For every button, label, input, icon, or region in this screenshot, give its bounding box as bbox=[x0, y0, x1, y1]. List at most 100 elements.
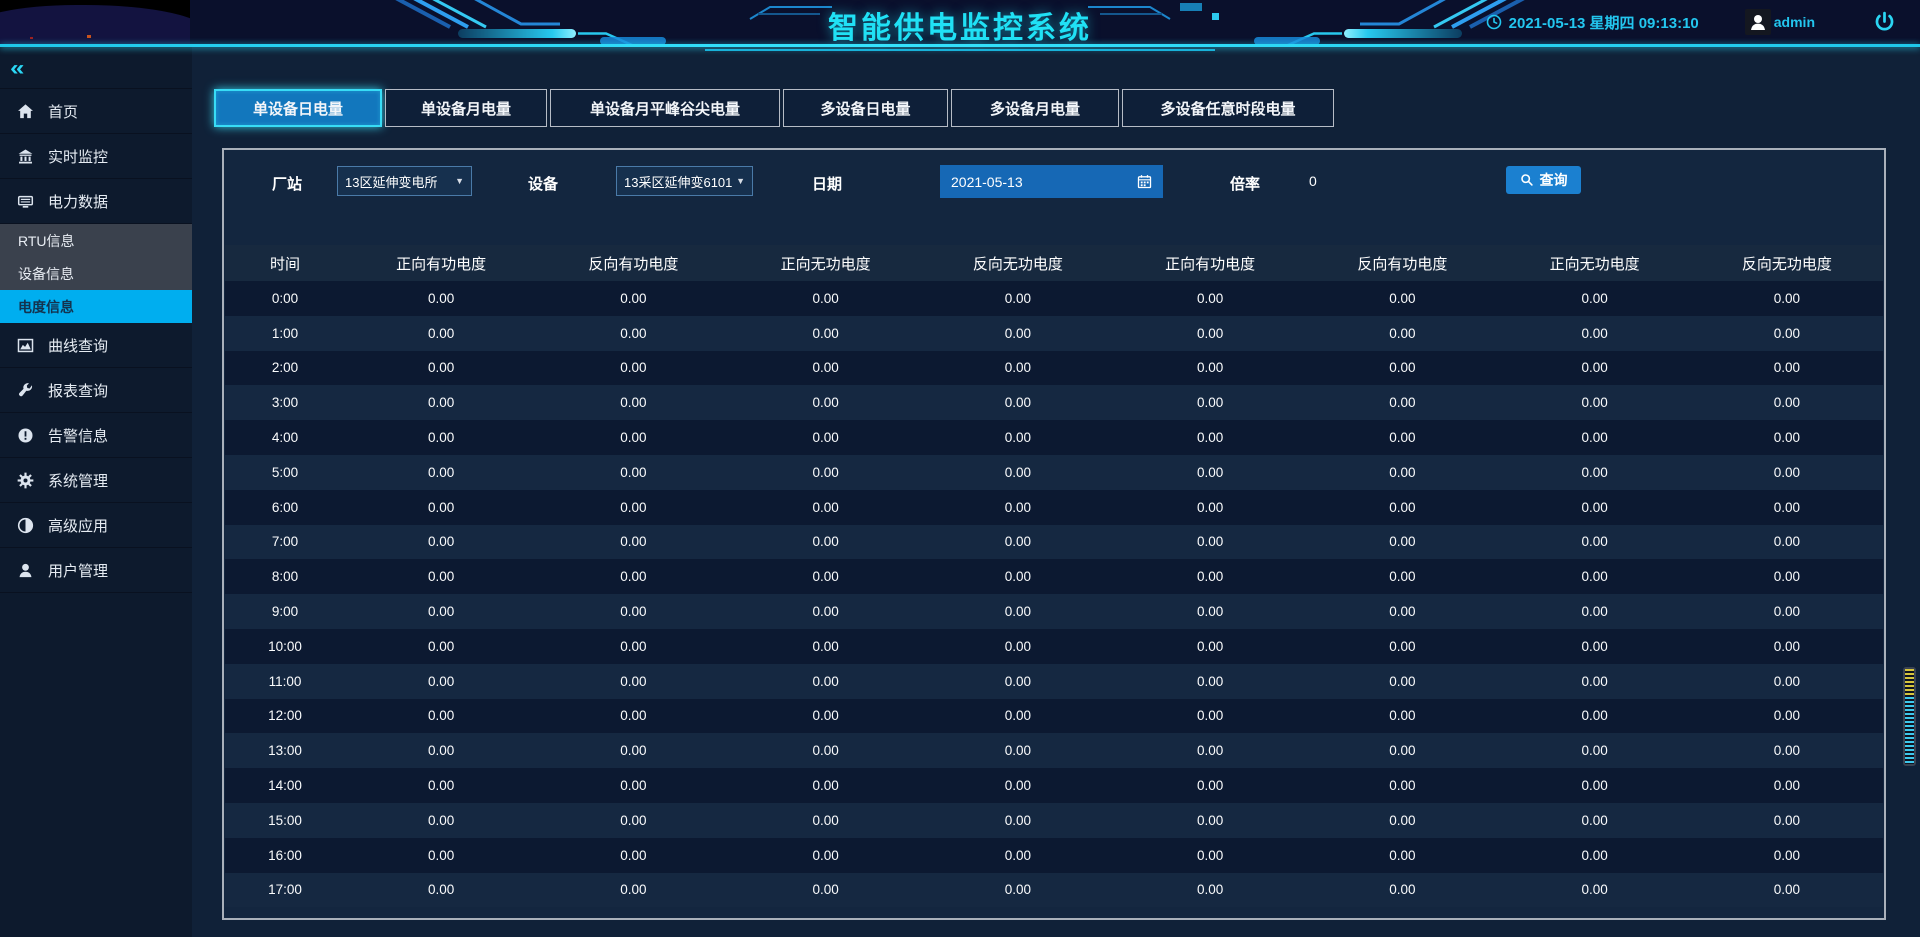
table-cell-value: 0.00 bbox=[1306, 465, 1498, 480]
table-cell-time: 12:00 bbox=[225, 708, 345, 723]
date-input-value: 2021-05-13 bbox=[951, 174, 1023, 190]
table-cell-value: 0.00 bbox=[730, 813, 922, 828]
gear-icon bbox=[17, 472, 34, 489]
table-cell-value: 0.00 bbox=[345, 604, 537, 619]
table-cell-value: 0.00 bbox=[1691, 604, 1883, 619]
table-cell-value: 0.00 bbox=[922, 569, 1114, 584]
table-cell-value: 0.00 bbox=[1499, 534, 1691, 549]
scrollbar-thumb[interactable] bbox=[1903, 667, 1916, 766]
table-header-cell: 反向无功电度 bbox=[1691, 253, 1883, 274]
sidebar-item-home[interactable]: 首页 bbox=[0, 89, 192, 134]
table-cell-time: 14:00 bbox=[225, 778, 345, 793]
table-cell-value: 0.00 bbox=[922, 778, 1114, 793]
sidebar-item-alarm-info[interactable]: 告警信息 bbox=[0, 413, 192, 458]
device-select-value: 13采区延伸变6101馈 bbox=[624, 172, 732, 191]
table-cell-value: 0.00 bbox=[537, 430, 729, 445]
tab-0[interactable]: 单设备日电量 bbox=[214, 89, 382, 127]
tab-2[interactable]: 单设备月平峰谷尖电量 bbox=[550, 89, 780, 127]
table-row: 11:000.000.000.000.000.000.000.000.00 bbox=[225, 664, 1883, 699]
tab-5[interactable]: 多设备任意时段电量 bbox=[1122, 89, 1334, 127]
table-cell-value: 0.00 bbox=[1691, 430, 1883, 445]
sidebar-item-label: 系统管理 bbox=[48, 470, 108, 491]
table-cell-value: 0.00 bbox=[730, 743, 922, 758]
table-cell-value: 0.00 bbox=[1691, 708, 1883, 723]
table-cell-value: 0.00 bbox=[1306, 848, 1498, 863]
table-row: 9:000.000.000.000.000.000.000.000.00 bbox=[225, 594, 1883, 629]
user-menu[interactable]: admin bbox=[1745, 9, 1815, 35]
table-cell-value: 0.00 bbox=[537, 326, 729, 341]
query-button[interactable]: 查询 bbox=[1506, 166, 1581, 194]
sidebar-item-curve-query[interactable]: 曲线查询 bbox=[0, 323, 192, 368]
table-cell-value: 0.00 bbox=[1691, 465, 1883, 480]
table-row: 3:000.000.000.000.000.000.000.000.00 bbox=[225, 385, 1883, 420]
tab-3[interactable]: 多设备日电量 bbox=[783, 89, 948, 127]
sidebar-item-system-mgmt[interactable]: 系统管理 bbox=[0, 458, 192, 503]
sidebar-subitem-energy-info[interactable]: 电度信息 bbox=[0, 290, 192, 323]
ratio-label: 倍率 bbox=[1230, 173, 1260, 194]
table-cell-value: 0.00 bbox=[730, 708, 922, 723]
table-header-cell: 正向有功电度 bbox=[345, 253, 537, 274]
table-cell-value: 0.00 bbox=[730, 326, 922, 341]
table-cell-value: 0.00 bbox=[345, 291, 537, 306]
sidebar-item-realtime[interactable]: 实时监控 bbox=[0, 134, 192, 179]
tab-4[interactable]: 多设备月电量 bbox=[951, 89, 1119, 127]
table-cell-value: 0.00 bbox=[345, 534, 537, 549]
sidebar-subitem-device-info[interactable]: 设备信息 bbox=[0, 257, 192, 290]
table-cell-time: 6:00 bbox=[225, 500, 345, 515]
sidebar-item-label: 曲线查询 bbox=[48, 335, 108, 356]
logout-button[interactable] bbox=[1873, 11, 1896, 34]
table-cell-value: 0.00 bbox=[1306, 360, 1498, 375]
table-cell-value: 0.00 bbox=[537, 848, 729, 863]
table-cell-value: 0.00 bbox=[537, 813, 729, 828]
chart-icon bbox=[17, 337, 34, 354]
table-cell-value: 0.00 bbox=[537, 360, 729, 375]
table-cell-value: 0.00 bbox=[1691, 743, 1883, 758]
table-cell-value: 0.00 bbox=[537, 674, 729, 689]
avatar bbox=[1745, 9, 1771, 35]
table-cell-time: 5:00 bbox=[225, 465, 345, 480]
table-cell-value: 0.00 bbox=[730, 500, 922, 515]
tab-1[interactable]: 单设备月电量 bbox=[385, 89, 547, 127]
table-cell-value: 0.00 bbox=[1499, 778, 1691, 793]
table-cell-value: 0.00 bbox=[1306, 500, 1498, 515]
station-label: 厂站 bbox=[272, 173, 302, 194]
table-cell-value: 0.00 bbox=[922, 604, 1114, 619]
table-cell-value: 0.00 bbox=[1114, 848, 1306, 863]
sidebar-item-user-mgmt[interactable]: 用户管理 bbox=[0, 548, 192, 593]
filter-bar: 厂站 13区延伸变电所 ▼ 设备 13采区延伸变6101馈 ▼ 日期 2021-… bbox=[224, 150, 1884, 216]
sidebar-subitem-rtu-info[interactable]: RTU信息 bbox=[0, 224, 192, 257]
table-cell-value: 0.00 bbox=[1691, 291, 1883, 306]
alert-icon bbox=[17, 427, 34, 444]
table-row: 6:000.000.000.000.000.000.000.000.00 bbox=[225, 490, 1883, 525]
table-cell-value: 0.00 bbox=[730, 534, 922, 549]
table-row: 10:000.000.000.000.000.000.000.000.00 bbox=[225, 629, 1883, 664]
table-cell-value: 0.00 bbox=[730, 778, 922, 793]
sidebar-item-advanced-app[interactable]: 高级应用 bbox=[0, 503, 192, 548]
table-header-cell: 时间 bbox=[225, 253, 345, 274]
device-select[interactable]: 13采区延伸变6101馈 ▼ bbox=[616, 166, 753, 196]
table-cell-value: 0.00 bbox=[1499, 360, 1691, 375]
station-select[interactable]: 13区延伸变电所 ▼ bbox=[337, 166, 472, 196]
clock-icon bbox=[1486, 14, 1502, 30]
table-cell-value: 0.00 bbox=[1499, 848, 1691, 863]
sidebar-item-power-data[interactable]: 电力数据 bbox=[0, 179, 192, 224]
table-header-cell: 正向无功电度 bbox=[1499, 253, 1691, 274]
table-cell-value: 0.00 bbox=[345, 639, 537, 654]
wrench-icon bbox=[17, 382, 34, 399]
sidebar-item-report-query[interactable]: 报表查询 bbox=[0, 368, 192, 413]
sidebar-collapse-button[interactable]: « bbox=[0, 47, 192, 89]
table-header-cell: 反向有功电度 bbox=[1306, 253, 1498, 274]
user-icon bbox=[17, 562, 34, 579]
table-cell-value: 0.00 bbox=[1306, 778, 1498, 793]
table-cell-value: 0.00 bbox=[730, 569, 922, 584]
table-cell-time: 9:00 bbox=[225, 604, 345, 619]
table-cell-value: 0.00 bbox=[1114, 291, 1306, 306]
table-cell-value: 0.00 bbox=[537, 604, 729, 619]
query-button-label: 查询 bbox=[1540, 170, 1568, 190]
table-cell-value: 0.00 bbox=[922, 848, 1114, 863]
date-input[interactable]: 2021-05-13 bbox=[940, 165, 1163, 198]
chevron-down-icon: ▼ bbox=[455, 176, 464, 186]
table-cell-value: 0.00 bbox=[1691, 534, 1883, 549]
table-cell-time: 7:00 bbox=[225, 534, 345, 549]
table-cell-value: 0.00 bbox=[537, 465, 729, 480]
